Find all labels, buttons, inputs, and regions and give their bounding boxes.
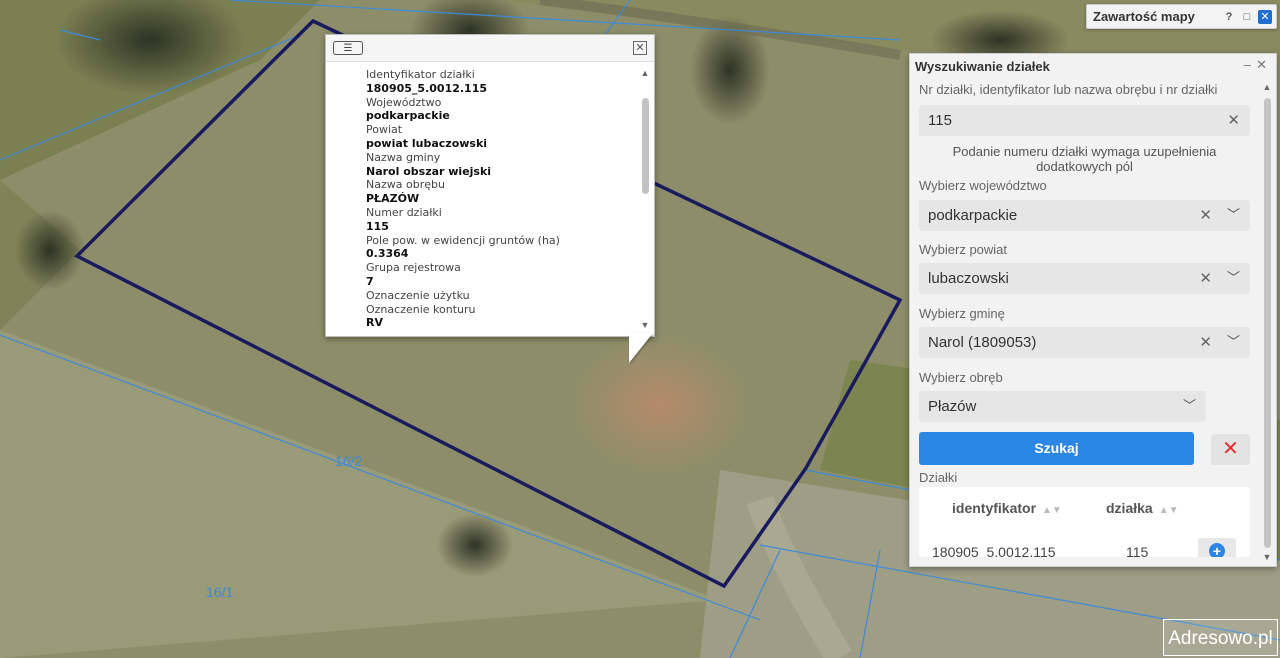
scroll-up-icon[interactable]: ▲ bbox=[1262, 82, 1272, 92]
sort-icon: ▲▼ bbox=[1042, 505, 1062, 516]
plus-icon: + bbox=[1209, 543, 1225, 557]
scroll-down-icon[interactable]: ▼ bbox=[1262, 552, 1272, 562]
county-select[interactable]: lubaczowski ✕ ﹀ bbox=[919, 263, 1250, 294]
field-label: Oznaczenie konturu bbox=[366, 302, 476, 316]
chevron-down-icon[interactable]: ﹀ bbox=[1227, 199, 1240, 230]
precinct-value: Płazów bbox=[928, 398, 977, 415]
field-value: 0.3364 bbox=[366, 247, 409, 261]
popup-scrollbar[interactable]: ▲ ▼ bbox=[640, 68, 650, 332]
sort-icon: ▲▼ bbox=[1158, 505, 1179, 516]
chevron-down-icon[interactable]: ﹀ bbox=[1183, 390, 1196, 421]
query-input[interactable]: 115 ✕ bbox=[919, 105, 1250, 136]
county-label: Wybierz powiat bbox=[919, 242, 1008, 257]
precinct-select[interactable]: Płazów ﹀ bbox=[919, 391, 1206, 422]
parcel-search-panel: Wyszukiwanie działek – ✕ Nr działki, ide… bbox=[909, 53, 1277, 567]
table-cell-parcel: 115 bbox=[1126, 544, 1149, 557]
clear-icon[interactable]: ✕ bbox=[1199, 327, 1212, 358]
help-icon[interactable]: ? bbox=[1222, 10, 1236, 24]
popup-attributes: Identyfikator działki 180905_5.0012.115 … bbox=[326, 62, 636, 336]
field-value: PŁAZÓW bbox=[366, 192, 420, 206]
scroll-up-icon[interactable]: ▲ bbox=[640, 68, 650, 80]
field-label: Pole pow. w ewidencji gruntów (ha) bbox=[366, 233, 560, 247]
field-label: Identyfikator działki bbox=[366, 68, 475, 81]
scroll-down-icon[interactable]: ▼ bbox=[640, 320, 650, 332]
commune-label: Wybierz gminę bbox=[919, 306, 1005, 321]
commune-select[interactable]: Narol (1809053) ✕ ﹀ bbox=[919, 327, 1250, 358]
field-label: Nazwa obrębu bbox=[366, 178, 445, 192]
field-label: Powiat bbox=[366, 123, 403, 137]
field-label: Grupa rejestrowa bbox=[366, 261, 461, 275]
field-value: 7 bbox=[366, 274, 374, 288]
commune-value: Narol (1809053) bbox=[928, 334, 1037, 351]
clear-icon[interactable]: ✕ bbox=[1199, 200, 1212, 231]
clear-icon[interactable]: ✕ bbox=[1227, 105, 1240, 136]
search-button[interactable]: Szukaj bbox=[919, 432, 1194, 465]
map-content-title[interactable]: Zawartość mapy bbox=[1093, 9, 1222, 24]
field-value: podkarpackie bbox=[366, 109, 450, 123]
panel-title: Wyszukiwanie działek bbox=[915, 59, 1050, 74]
query-label: Nr działki, identyfikator lub nazwa obrę… bbox=[919, 82, 1218, 97]
popup-close-icon[interactable]: ✕ bbox=[633, 41, 647, 55]
panel-close-icon[interactable]: ✕ bbox=[1256, 57, 1267, 73]
parcel-label: 16/2 bbox=[335, 453, 363, 469]
field-value: RV bbox=[366, 316, 383, 330]
results-label: Działki bbox=[919, 470, 958, 485]
field-value: powiat lubaczowski bbox=[366, 136, 488, 150]
popup-pointer bbox=[629, 333, 653, 363]
field-label: Oznaczenie użytku bbox=[366, 288, 470, 302]
clear-icon[interactable]: ✕ bbox=[1199, 263, 1212, 294]
column-header-identifier[interactable]: identyfikator ▲▼ bbox=[952, 500, 1062, 516]
brand-watermark[interactable]: Adresowo.pl bbox=[1163, 619, 1278, 656]
minimize-icon[interactable]: – bbox=[1244, 57, 1251, 72]
notice-text: Podanie numeru działki wymaga uzupełnien… bbox=[952, 144, 1217, 174]
list-icon[interactable]: ☰ bbox=[333, 41, 363, 55]
voivodeship-select[interactable]: podkarpackie ✕ ﹀ bbox=[919, 200, 1250, 231]
scroll-thumb[interactable] bbox=[1264, 98, 1271, 548]
voivodeship-label: Wybierz województwo bbox=[919, 178, 1047, 193]
popup-header: ☰ ✕ bbox=[326, 35, 654, 62]
field-label: Numer działki bbox=[366, 205, 442, 219]
scroll-thumb[interactable] bbox=[642, 98, 649, 194]
clear-button[interactable]: ✕ bbox=[1211, 434, 1250, 465]
results-table: identyfikator ▲▼ działka ▲▼ 180905_5.0012.… bbox=[919, 487, 1250, 557]
map-content-widget: Zawartość mapy ? □ ✕ bbox=[1086, 4, 1277, 29]
voivodeship-value: podkarpackie bbox=[928, 207, 1018, 224]
field-value: Narol obszar wiejski bbox=[366, 164, 492, 178]
field-label: Województwo bbox=[366, 95, 442, 109]
parcel-info-popup: ☰ ✕ Identyfikator działki 180905_5.0012.… bbox=[325, 34, 655, 337]
precinct-label: Wybierz obręb bbox=[919, 370, 1003, 385]
query-input-value: 115 bbox=[928, 112, 952, 129]
close-icon[interactable]: ✕ bbox=[1258, 9, 1272, 24]
chevron-down-icon[interactable]: ﹀ bbox=[1227, 326, 1240, 357]
button-row: Szukaj ✕ bbox=[919, 432, 1250, 465]
maximize-icon[interactable]: □ bbox=[1240, 10, 1254, 24]
field-value: 180905_5.0012.115 bbox=[366, 81, 488, 95]
parcel-label: 16/1 bbox=[206, 584, 234, 600]
county-value: lubaczowski bbox=[928, 270, 1009, 287]
column-header-parcel[interactable]: działka ▲▼ bbox=[1106, 500, 1179, 516]
chevron-down-icon[interactable]: ﹀ bbox=[1227, 262, 1240, 293]
panel-scrollbar[interactable]: ▲ ▼ bbox=[1262, 82, 1272, 562]
table-cell-identifier: 180905_5.0012.115 bbox=[932, 544, 1056, 557]
panel-body: Nr działki, identyfikator lub nazwa obrę… bbox=[919, 82, 1250, 557]
add-to-map-button[interactable]: + bbox=[1198, 538, 1236, 557]
field-value: 115 bbox=[366, 219, 389, 233]
field-label: Nazwa gminy bbox=[366, 150, 441, 164]
